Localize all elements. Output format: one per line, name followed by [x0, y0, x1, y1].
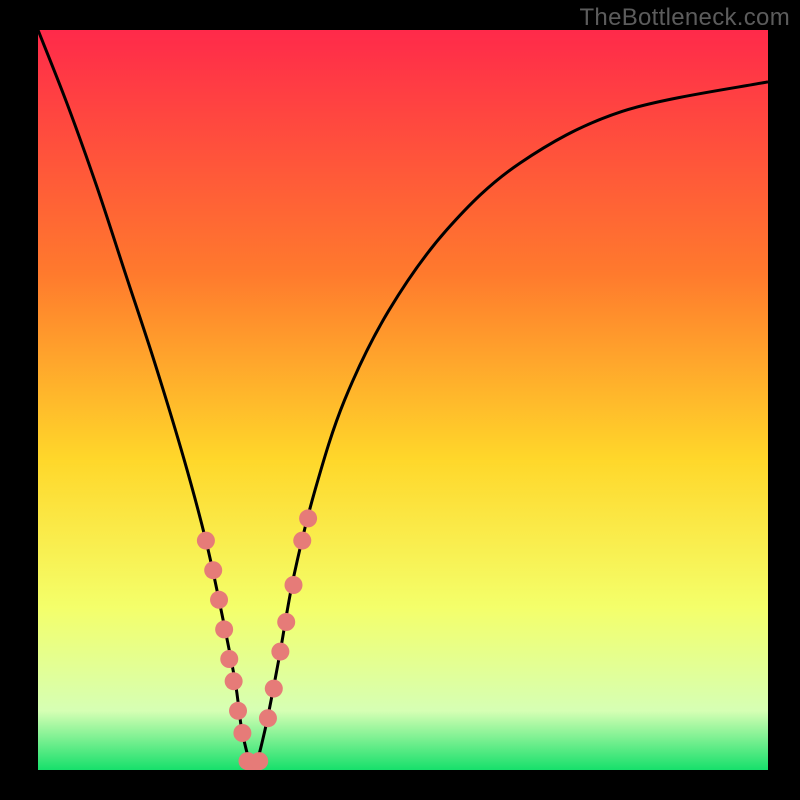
data-dot [229, 702, 247, 720]
data-dot [299, 509, 317, 527]
data-dot [197, 532, 215, 550]
data-dot [215, 620, 233, 638]
chart-stage: TheBottleneck.com [0, 0, 800, 800]
gradient-background [38, 30, 768, 770]
watermark-text: TheBottleneck.com [579, 4, 790, 32]
data-dot [220, 650, 238, 668]
data-dot [293, 532, 311, 550]
data-dot [210, 591, 228, 609]
data-dot [277, 613, 295, 631]
data-dot [225, 672, 243, 690]
data-dot [250, 752, 268, 770]
bottleneck-chart [0, 0, 800, 800]
data-dot [285, 576, 303, 594]
data-dot [233, 724, 251, 742]
data-dot [265, 680, 283, 698]
data-dot [204, 561, 222, 579]
data-dot [271, 643, 289, 661]
data-dot [259, 709, 277, 727]
